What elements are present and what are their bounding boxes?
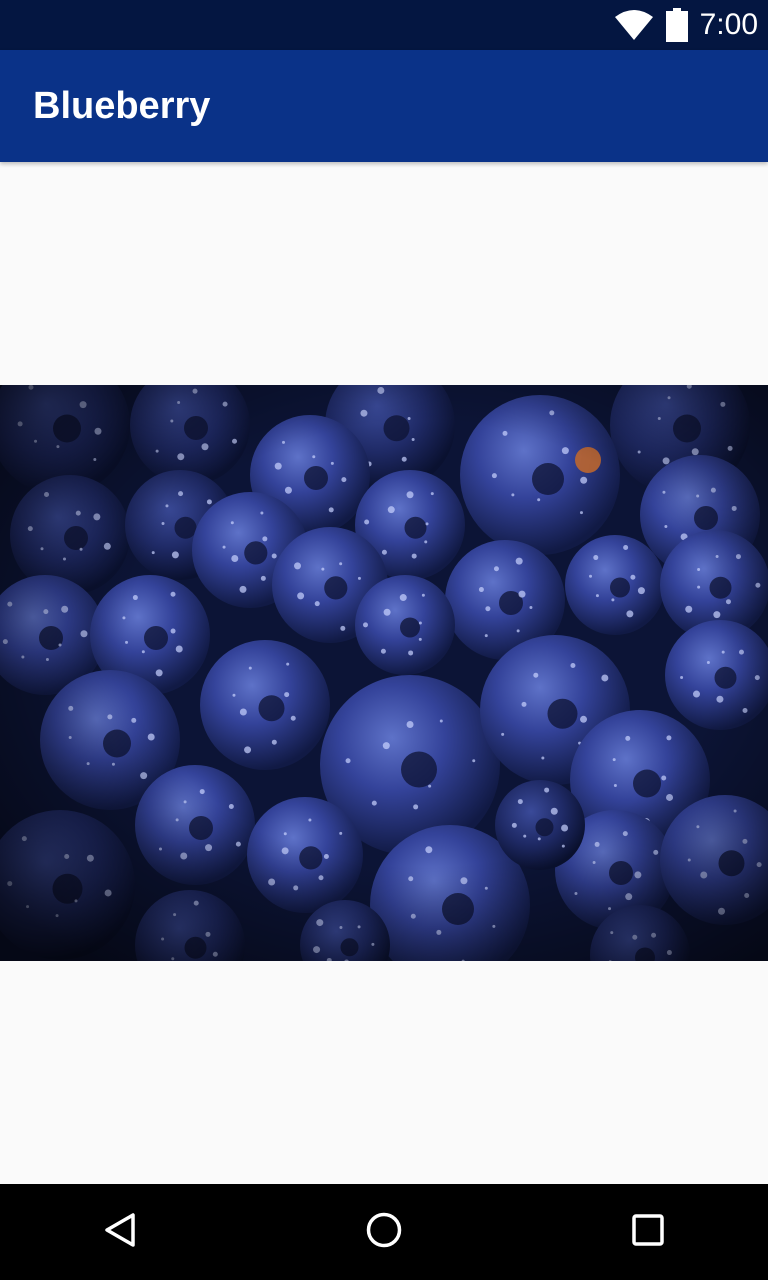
battery-icon	[665, 8, 688, 42]
content-area	[0, 162, 768, 1184]
screen: 7:00 Blueberry	[0, 0, 768, 1280]
app-bar: Blueberry	[0, 50, 768, 162]
back-button[interactable]	[72, 1184, 168, 1280]
status-time: 7:00	[699, 8, 758, 41]
home-icon	[364, 1210, 404, 1255]
status-bar: 7:00	[0, 0, 768, 50]
home-button[interactable]	[336, 1184, 432, 1280]
status-icons: 7:00	[614, 0, 758, 50]
app-title: Blueberry	[33, 85, 211, 127]
blueberries-photo	[0, 385, 768, 961]
wifi-icon	[614, 9, 654, 41]
back-icon	[100, 1210, 140, 1255]
recents-button[interactable]	[600, 1184, 696, 1280]
recents-icon	[628, 1210, 668, 1255]
navigation-bar	[0, 1184, 768, 1280]
